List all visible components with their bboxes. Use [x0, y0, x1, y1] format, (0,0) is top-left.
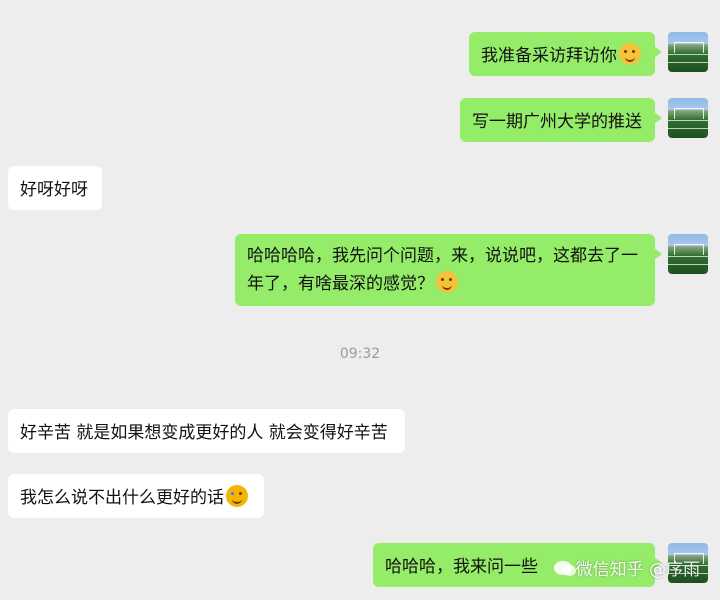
chat-window: 我准备采访拜访你 写一期广州大学的推送 好呀好呀 哈哈哈哈，我先问个问题，来，说… — [0, 0, 720, 600]
my-avatar[interactable] — [668, 234, 708, 274]
message-text: 我准备采访拜访你 — [481, 46, 617, 66]
my-avatar[interactable] — [668, 32, 708, 72]
wechat-logo-icon — [553, 560, 576, 576]
message-bubble-received[interactable]: 好呀好呀 — [8, 166, 102, 210]
my-avatar[interactable] — [668, 98, 708, 138]
timestamp: 09:32 — [339, 346, 381, 362]
message-bubble-sent[interactable]: 我准备采访拜访你 — [469, 32, 662, 76]
message-text: 好辛苦 就是如果想变成更好的人 就会变得好辛苦 — [20, 423, 388, 443]
message-text: 好呀好呀 — [20, 180, 88, 200]
message-bubble-sent[interactable]: 哈哈哈哈，我先问个问题，来，说说吧，这都去了一年了，有啥最深的感觉？ — [235, 234, 662, 306]
message-bubble-received[interactable]: 我怎么说不出什么更好的话 — [8, 474, 264, 518]
message-text: 哈哈哈，我来问一些 — [385, 557, 538, 577]
watermark: 微信知乎 @序雨 — [553, 555, 700, 580]
message-bubble-sent[interactable]: 写一期广州大学的推送 — [460, 98, 662, 142]
thinking-face-icon — [619, 43, 641, 65]
watermark-text: 微信知乎 @序雨 — [575, 560, 700, 580]
message-bubble-received[interactable]: 好辛苦 就是如果想变成更好的人 就会变得好辛苦 — [8, 409, 405, 453]
message-text: 我怎么说不出什么更好的话 — [20, 488, 224, 508]
message-text: 写一期广州大学的推送 — [472, 112, 642, 132]
crying-face-icon — [226, 485, 248, 507]
thinking-face-icon — [436, 271, 458, 293]
